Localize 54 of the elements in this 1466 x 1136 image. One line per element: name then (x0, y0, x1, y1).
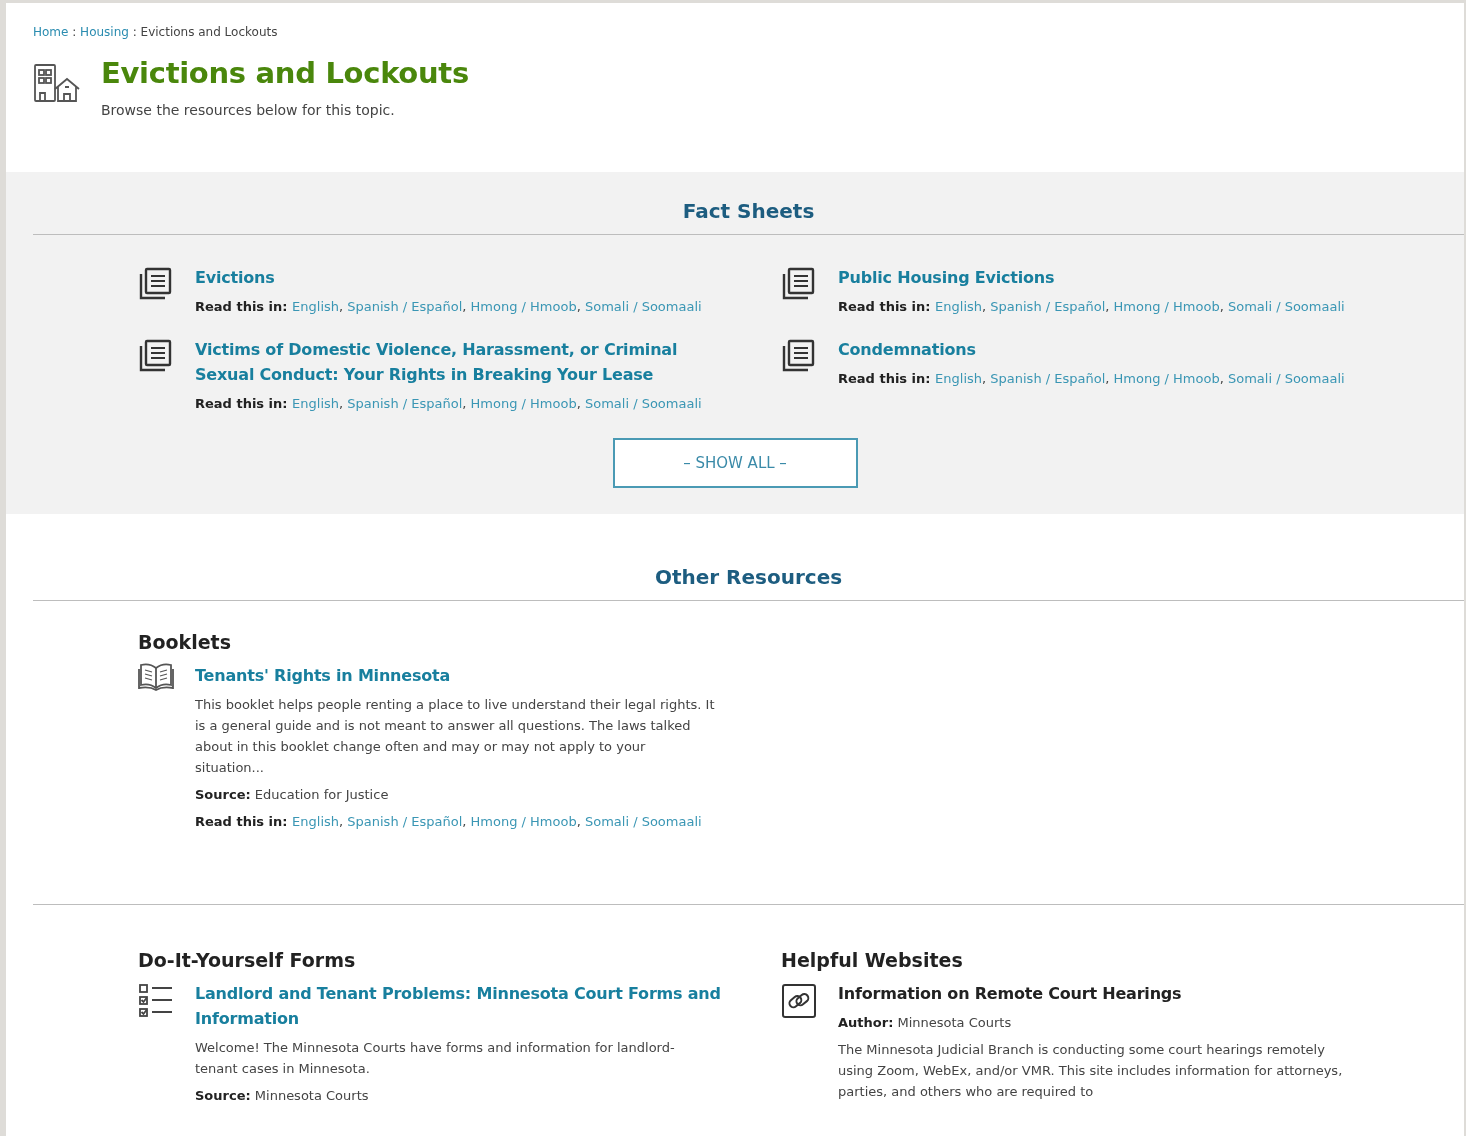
resource-source: Source: Minnesota Courts (195, 1087, 370, 1105)
language-link[interactable]: Hmong / Hmoob (1113, 371, 1220, 386)
resource-title: Information on Remote Court Hearings (838, 983, 1183, 1005)
building-house-icon (33, 63, 81, 103)
language-link[interactable]: Spanish / Español (990, 299, 1106, 314)
section-heading: Fact Sheets (681, 198, 816, 224)
group-heading: Do-It-Yourself Forms (138, 948, 357, 973)
group-heading: Booklets (138, 630, 232, 655)
language-link[interactable]: Somali / Soomaali (584, 396, 702, 411)
language-links-line: Read this in: English, Spanish / Español, Hmong / Hmoob, Somali / Soomaali (195, 395, 703, 413)
resource-description: This booklet helps people renting a place to live understand their legal rights. It is a general guide and is not meant to answer all questions. The laws talked about in this booklet change often and may or may not apply to your situation... (195, 696, 715, 777)
resource-description: The Minnesota Judicial Branch is conducting some court hearings remotely using Zoom, WebEx, and/or VMR. This site includes information for attorneys, parties, and others who are required to (838, 1041, 1344, 1101)
breadcrumb-current: Evictions and Lockouts (140, 25, 278, 39)
language-links-line: Read this in: English, Spanish / Español, Hmong / Hmoob, Somali / Soomaali (195, 813, 703, 831)
resource-source: Source: Education for Justice (195, 786, 390, 804)
language-link[interactable]: Somali / Soomaali (584, 299, 702, 314)
language-link[interactable]: Somali / Soomaali (584, 814, 702, 829)
language-link[interactable]: English (292, 396, 339, 411)
language-link[interactable]: Hmong / Hmoob (470, 396, 577, 411)
link-icon (781, 983, 817, 1019)
language-links-line: Read this in: English, Spanish / Español, Hmong / Hmoob, Somali / Soomaali (838, 370, 1346, 388)
resource-author: Author: Minnesota Courts (838, 1014, 1013, 1032)
resource-title-link[interactable]: Tenants' Rights in Minnesota (195, 663, 725, 688)
open-book-icon (138, 661, 174, 691)
breadcrumb-link[interactable]: Housing (80, 25, 129, 39)
page-title: Evictions and Lockouts (101, 55, 469, 92)
language-link[interactable]: Hmong / Hmoob (470, 814, 577, 829)
language-link[interactable]: Spanish / Español (347, 299, 463, 314)
checklist-icon (138, 983, 174, 1017)
language-link[interactable]: Spanish / Español (347, 814, 463, 829)
language-link[interactable]: Hmong / Hmoob (470, 299, 577, 314)
language-link[interactable]: Somali / Soomaali (1227, 299, 1345, 314)
language-link[interactable]: English (935, 299, 982, 314)
section-heading: Other Resources (653, 564, 844, 590)
resource-title-link[interactable]: Landlord and Tenant Problems: Minnesota Court Forms and Information (195, 981, 725, 1031)
resource-title-link[interactable]: Public Housing Evictions (838, 265, 1368, 290)
language-link[interactable]: Hmong / Hmoob (1113, 299, 1220, 314)
show-all-button[interactable]: – SHOW ALL – (612, 438, 858, 488)
breadcrumb-link[interactable]: Home (33, 25, 69, 39)
language-links-line: Read this in: English, Spanish / Español, Hmong / Hmoob, Somali / Soomaali (195, 298, 703, 316)
language-link[interactable]: Somali / Soomaali (1227, 371, 1345, 386)
resource-title-link[interactable]: Evictions (195, 265, 725, 290)
language-link[interactable]: English (935, 371, 982, 386)
language-link[interactable]: Spanish / Español (990, 371, 1106, 386)
language-link[interactable]: English (292, 814, 339, 829)
page-subtitle: Browse the resources below for this topic. (101, 102, 396, 118)
resource-title-link[interactable]: Condemnations (838, 337, 1368, 362)
language-links-line: Read this in: English, Spanish / Español, Hmong / Hmoob, Somali / Soomaali (838, 298, 1346, 316)
language-link[interactable]: English (292, 299, 339, 314)
group-heading: Helpful Websites (781, 948, 964, 973)
breadcrumb: Home : Housing : Evictions and Lockouts (33, 25, 279, 39)
resource-title-link[interactable]: Victims of Domestic Violence, Harassment, or Criminal Sexual Conduct: Your Rights in Breaking Your Lease (195, 337, 725, 387)
language-link[interactable]: Spanish / Español (347, 396, 463, 411)
resource-description: Welcome! The Minnesota Courts have forms and information for landlord-tenant cases in Minnesota. (195, 1039, 676, 1078)
